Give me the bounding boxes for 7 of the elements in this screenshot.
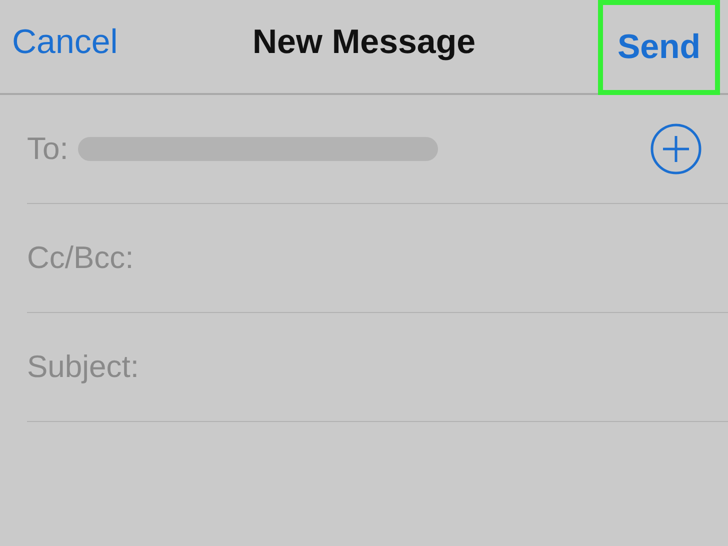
send-button[interactable]: Send	[598, 0, 720, 95]
field-label: Cc/Bcc:	[27, 240, 134, 276]
add-contact-icon[interactable]	[650, 123, 702, 175]
field-label: To:	[27, 131, 68, 167]
window-title: New Message	[252, 23, 476, 62]
cancel-button[interactable]: Cancel	[0, 23, 118, 62]
field-label: Subject:	[27, 349, 140, 385]
